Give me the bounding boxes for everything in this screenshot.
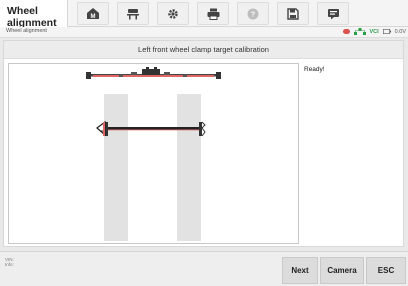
info-bar: Wheel alignment VCI 0.0V bbox=[0, 27, 408, 38]
print-button[interactable] bbox=[197, 2, 229, 25]
esc-button[interactable]: ESC bbox=[366, 257, 406, 284]
calibration-diagram bbox=[8, 63, 299, 244]
battery-voltage: 0.0V bbox=[394, 28, 406, 35]
left-wheel-lane bbox=[104, 94, 128, 241]
svg-text:?: ? bbox=[251, 11, 255, 18]
camera-beam-icon bbox=[86, 67, 221, 79]
save-icon bbox=[287, 7, 299, 20]
connection-status-icon bbox=[342, 29, 350, 34]
gear-icon bbox=[168, 8, 178, 19]
vehicle-info: VIN: Info: bbox=[5, 257, 14, 267]
right-front-clamp-icon bbox=[201, 121, 206, 137]
next-button[interactable]: Next bbox=[282, 257, 318, 284]
message-icon bbox=[327, 8, 339, 19]
info-label: Info: bbox=[5, 262, 14, 267]
bottom-bar: VIN: Info: Next Camera ESC bbox=[0, 251, 408, 286]
vci-label: VCI bbox=[369, 28, 379, 35]
panel-title: Left front wheel clamp target calibratio… bbox=[4, 41, 403, 59]
help-icon: ? bbox=[247, 8, 259, 19]
svg-text:M: M bbox=[91, 14, 96, 20]
breadcrumb: Wheel alignment bbox=[6, 28, 47, 34]
car-lift-icon bbox=[127, 8, 139, 19]
home-icon: M bbox=[87, 8, 99, 20]
vehicle-diagram bbox=[86, 67, 221, 241]
help-button[interactable]: ? bbox=[237, 2, 269, 25]
home-button[interactable]: M bbox=[77, 2, 109, 25]
car-lift-button[interactable] bbox=[117, 2, 149, 25]
left-front-clamp-target-icon bbox=[96, 120, 106, 137]
right-wheel-lane bbox=[177, 94, 201, 241]
app-title: Wheel alignment bbox=[0, 0, 68, 29]
settings-button[interactable] bbox=[157, 2, 189, 25]
calibration-status: Ready! bbox=[304, 66, 325, 73]
status-icons: VCI 0.0V bbox=[342, 28, 406, 35]
message-button[interactable] bbox=[317, 2, 349, 25]
print-icon bbox=[207, 8, 219, 20]
camera-button[interactable]: Camera bbox=[320, 257, 364, 284]
calibration-panel: Left front wheel clamp target calibratio… bbox=[3, 40, 404, 247]
top-toolbar: Wheel alignment M ? bbox=[0, 0, 408, 29]
battery-icon bbox=[382, 29, 391, 34]
save-button[interactable] bbox=[277, 2, 309, 25]
network-icon bbox=[353, 28, 366, 35]
